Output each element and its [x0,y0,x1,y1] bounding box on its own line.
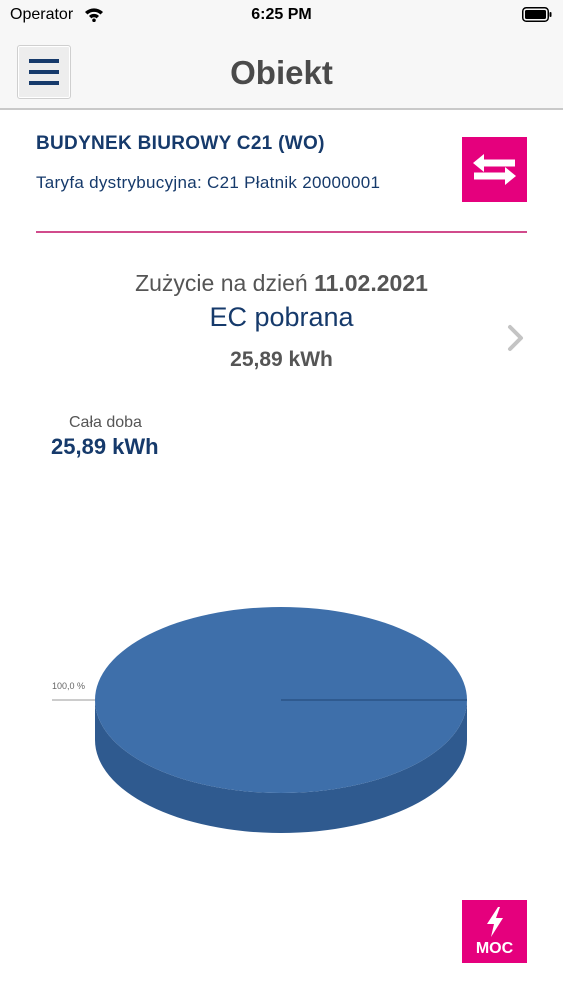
status-bar: Operator 6:25 PM [0,0,563,32]
moc-button[interactable]: MOC [462,900,527,963]
lightning-bolt-icon [487,907,503,937]
header-divider [36,231,527,233]
page-title: Obiekt [230,54,333,91]
swap-arrows-icon [473,154,516,185]
usage-date-line: Zużycie na dzień 11.02.2021 [0,270,563,297]
status-time: 6:25 PM [251,6,312,23]
usage-date-prefix: Zużycie na dzień [135,270,308,296]
object-name: BUDYNEK BIUROWY C21 (WO) [36,133,325,154]
switch-object-button[interactable] [462,137,527,202]
battery-icon [522,7,552,22]
zone-value: 25,89 kWh [51,434,159,459]
nav-bar: Obiekt [0,32,563,110]
chevron-right-icon[interactable] [504,323,528,353]
usage-type: EC pobrana [209,302,354,332]
usage-total: 25,89 kWh [230,348,333,371]
moc-label: MOC [475,940,514,957]
zone-label: Cała doba [69,414,142,431]
usage-date: 11.02.2021 [314,270,428,296]
tariff-info: Taryfa dystrybucyjna: C21 Płatnik 200000… [36,173,381,192]
pie-slice-label: 100,0 % [52,681,85,691]
screen: Operator 6:25 PM Obiekt BUDYNEK BIUROWY … [0,0,563,1000]
pie-chart: 100,0 % [52,607,467,833]
